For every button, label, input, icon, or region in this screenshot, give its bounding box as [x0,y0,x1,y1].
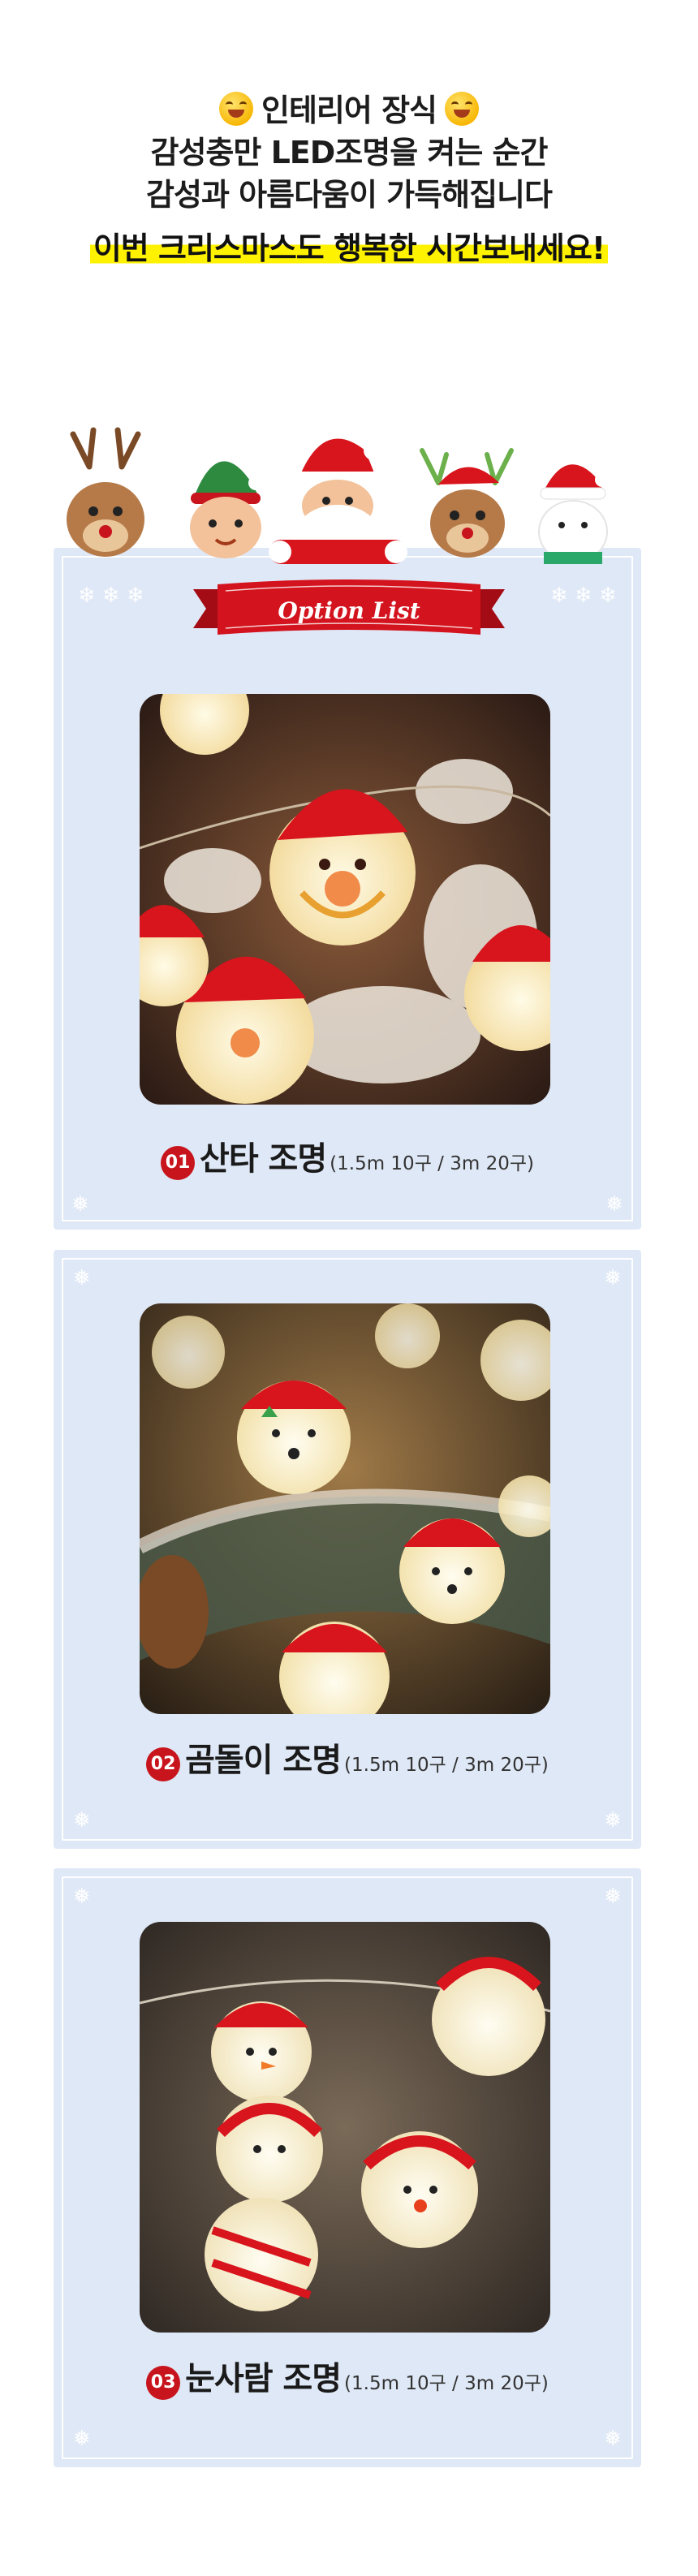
option-title: 산타 조명 [200,1140,327,1178]
option-panel-2: ❅ ❅ ❅ ❅ 02 곰돌이 조명 (1.5m 10구 / 3m 20구) [54,1250,641,1849]
snowflake-icon: ❅ [604,1885,622,1909]
highlight-message: 이번 크리스마스도 행복한 시간보내세요! [89,230,609,266]
heart-eyes-emoji-icon [445,92,479,126]
santa-light-photo [140,694,550,1105]
option-caption-1: 01 산타 조명 (1.5m 10구 / 3m 20구) [54,1132,641,1180]
option-number-badge: 02 [146,1747,181,1781]
christmas-characters [67,427,610,564]
snowflake-icon: ❅ [71,1192,89,1217]
snowflake-icon: ❅ [604,2427,622,2451]
option-number-badge: 03 [146,2366,181,2400]
snowflake-icon: ❄ ❄ ❄ [550,584,617,608]
option-list-label: Option List [278,597,420,624]
reindeer-icon [67,427,144,557]
grinning-emoji-icon [219,92,253,126]
intro-line-2: 감성충만 LED조명을 켜는 순간 [150,135,549,170]
snowflake-icon: ❄ ❄ ❄ [78,584,144,608]
intro-section: 인테리어 장식 감성충만 LED조명을 켜는 순간 감성과 아름다움이 가득해집… [0,89,698,266]
option-title: 곰돌이 조명 [185,1742,342,1779]
snowflake-icon: ❅ [73,2427,91,2451]
option-list-ribbon: Option List [193,579,505,635]
bear-light-photo [140,1303,550,1714]
elf-icon [190,461,263,558]
santa-icon [269,438,407,564]
option-panel-3: ❅ ❅ ❅ ❅ 03 눈사람 조명 (1.5m 10구 / 3m 20구) [54,1868,641,2467]
snowman-icon [538,464,610,564]
snowflake-icon: ❅ [605,1192,623,1217]
option-detail: (1.5m 10구 / 3m 20구) [344,2373,549,2394]
snowman-light-photo [140,1922,550,2333]
snowflake-icon: ❅ [604,1808,622,1833]
intro-line-3: 감성과 아름다움이 가득해집니다 [146,177,553,213]
option-number-badge: 01 [161,1146,196,1180]
option-detail: (1.5m 10구 / 3m 20구) [330,1153,534,1174]
option-caption-2: 02 곰돌이 조명 (1.5m 10구 / 3m 20구) [54,1734,641,1781]
snowflake-icon: ❅ [73,1266,91,1290]
snowflake-icon: ❅ [73,1885,91,1909]
snowflake-icon: ❅ [604,1266,622,1290]
intro-line-1: 인테리어 장식 [0,89,698,131]
snowflake-icon: ❅ [73,1808,91,1833]
option-title: 눈사람 조명 [185,2360,342,2397]
intro-text-1: 인테리어 장식 [261,93,437,128]
option-caption-3: 03 눈사람 조명 (1.5m 10구 / 3m 20구) [54,2352,641,2400]
option-detail: (1.5m 10구 / 3m 20구) [344,1755,549,1776]
reindeer-icon [420,448,514,558]
